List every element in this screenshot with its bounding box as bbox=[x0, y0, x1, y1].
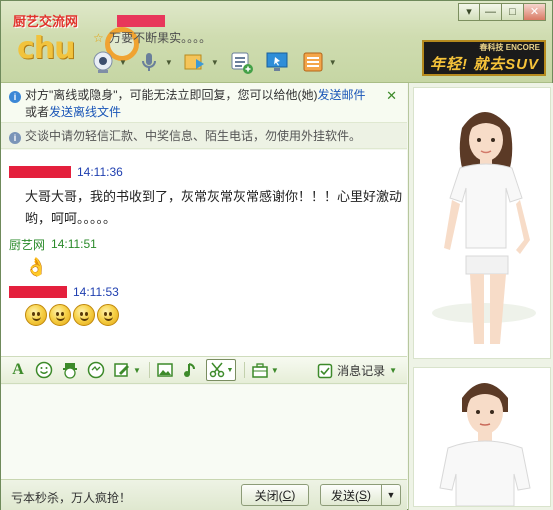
chevron-down-icon: ▼ bbox=[389, 366, 397, 375]
smiley-icon bbox=[49, 304, 71, 326]
ok-hand-emoji: 👌 bbox=[25, 257, 48, 277]
emoji-icon[interactable] bbox=[33, 359, 55, 381]
sender-name-redacted bbox=[9, 286, 67, 298]
safety-notice: i 交谈中请勿轻信汇款、中奖信息、陌生电话，勿使用外挂软件。 bbox=[1, 123, 407, 149]
input-toolbar: A ▼ ▼ ▼ 消息记录 ▼ bbox=[1, 356, 407, 384]
window-controls: ▾ — □ ✕ bbox=[458, 3, 546, 21]
smiley-row bbox=[25, 304, 119, 326]
logo-text: 厨艺交流网 bbox=[13, 14, 79, 29]
history-icon bbox=[317, 363, 333, 378]
close-shortcut-key: C bbox=[282, 488, 292, 502]
info-icon: i bbox=[9, 91, 21, 103]
chevron-down-icon[interactable]: ▼ bbox=[226, 367, 233, 374]
gift-icon[interactable] bbox=[249, 359, 271, 381]
send-button[interactable]: 发送(S) bbox=[320, 484, 382, 506]
message-time: 14:11:36 bbox=[77, 165, 123, 179]
send-shortcut-key: S bbox=[358, 488, 367, 502]
ad-headline: 年轻! 就去SUV bbox=[430, 56, 540, 73]
smiley-icon bbox=[25, 304, 47, 326]
watermark-logo: chu bbox=[17, 31, 75, 66]
close-icon[interactable]: ✕ bbox=[386, 87, 397, 104]
chat-history[interactable]: 14:11:36 大哥大哥，我的书收到了，灰常灰常灰常感谢你！！！心里好激动哟，… bbox=[1, 150, 407, 356]
top-toolbar: ▼ ▼ ▼ ▼ bbox=[89, 47, 337, 77]
title-bar: 厨艺交流网 chu ☆ 万要不断果实。。。。 ▾ — □ ✕ ▼ ▼ ▼ ▼ 春… bbox=[1, 1, 552, 83]
minimize-button[interactable]: — bbox=[480, 3, 502, 21]
info-icon: i bbox=[9, 132, 21, 144]
doodle-icon[interactable] bbox=[111, 359, 133, 381]
more-apps-icon[interactable] bbox=[299, 48, 327, 76]
smiley-icon bbox=[97, 304, 119, 326]
message-header: 14:11:36 bbox=[9, 164, 123, 180]
window-menu-button[interactable]: ▾ bbox=[458, 3, 480, 21]
send-email-link[interactable]: 发送邮件 bbox=[318, 88, 366, 102]
smiley-icon bbox=[73, 304, 95, 326]
close-button-label: 关闭( bbox=[254, 488, 283, 503]
shake-icon[interactable] bbox=[85, 359, 107, 381]
star-icon: ☆ bbox=[93, 31, 104, 45]
close-window-button[interactable]: ✕ bbox=[524, 3, 546, 21]
chevron-down-icon[interactable]: ▼ bbox=[133, 366, 141, 375]
site-logo: 厨艺交流网 chu bbox=[7, 5, 85, 77]
chat-window: 厨艺交流网 chu ☆ 万要不断果实。。。。 ▾ — □ ✕ ▼ ▼ ▼ ▼ 春… bbox=[0, 0, 553, 510]
my-show-avatar[interactable] bbox=[413, 367, 551, 507]
chevron-down-icon: ▼ bbox=[386, 490, 396, 500]
send-button-label: 发送( bbox=[330, 488, 359, 503]
contact-status: ☆ 万要不断果实。。。。 bbox=[93, 29, 211, 46]
message-history-button[interactable]: 消息记录 ▼ bbox=[317, 362, 397, 379]
app-list-icon[interactable] bbox=[227, 48, 255, 76]
close-button-end: ) bbox=[291, 488, 296, 502]
message-header: 14:11:53 bbox=[9, 284, 119, 300]
offline-notice: i 对方"离线或隐身"，可能无法立即回复，您可以给他(她)发送邮件 或者发送离线文… bbox=[1, 83, 407, 123]
font-icon[interactable]: A bbox=[7, 359, 29, 381]
message-header: 厨艺网 14:11:51 bbox=[9, 236, 97, 252]
ad-small-text: 春科技 ENCORE bbox=[479, 43, 540, 52]
contact-name-redacted bbox=[117, 15, 165, 27]
chevron-down-icon[interactable]: ▼ bbox=[165, 58, 173, 67]
notice-middle: 或者 bbox=[25, 105, 50, 119]
chevron-down-icon[interactable]: ▼ bbox=[271, 366, 279, 375]
contact-show-avatar[interactable] bbox=[413, 87, 551, 359]
divider bbox=[148, 362, 150, 378]
ad-slogan[interactable]: 亏本秒杀，万人疯抢！ bbox=[11, 489, 131, 506]
message-time: 14:11:53 bbox=[73, 285, 119, 299]
message-text: 大哥大哥，我的书收到了，灰常灰常灰常感谢你！！！心里好激动哟，呵呵。。。。。 bbox=[25, 189, 403, 226]
sender-name-redacted bbox=[9, 166, 71, 178]
voice-icon[interactable] bbox=[135, 48, 163, 76]
chevron-down-icon[interactable]: ▼ bbox=[119, 58, 127, 67]
maximize-button[interactable]: □ bbox=[502, 3, 524, 21]
file-transfer-icon[interactable] bbox=[181, 48, 209, 76]
send-offline-file-link[interactable]: 发送离线文件 bbox=[49, 105, 121, 119]
status-text: 万要不断果实。。。。 bbox=[109, 31, 212, 45]
message-time: 14:11:51 bbox=[51, 237, 97, 251]
divider bbox=[243, 362, 245, 378]
send-button-end: ) bbox=[367, 488, 371, 502]
music-icon[interactable] bbox=[180, 359, 202, 381]
screenshot-scissors-icon[interactable]: ▼ bbox=[205, 359, 236, 381]
safety-text: 交谈中请勿轻信汇款、中奖信息、陌生电话，勿使用外挂软件。 bbox=[25, 129, 362, 143]
video-icon[interactable] bbox=[89, 48, 117, 76]
footer-bar: 亏本秒杀，万人疯抢！ 关闭(C) 发送(S) ▼ bbox=[1, 479, 407, 510]
sender-name: 厨艺网 bbox=[9, 237, 46, 252]
send-options-button[interactable]: ▼ bbox=[381, 484, 401, 506]
boy-avatar-image bbox=[414, 368, 550, 507]
message-input[interactable] bbox=[1, 385, 407, 479]
notice-prefix: 对方"离线或隐身"，可能无法立即回复，您可以给他(她) bbox=[25, 88, 318, 102]
close-button[interactable]: 关闭(C) bbox=[241, 484, 309, 506]
ad-banner[interactable]: 春科技 ENCORE 年轻! 就去SUV bbox=[422, 40, 546, 76]
girl-avatar-image bbox=[414, 88, 550, 358]
history-label: 消息记录 bbox=[337, 364, 386, 378]
remote-desktop-icon[interactable] bbox=[263, 48, 291, 76]
magic-emoji-icon[interactable] bbox=[59, 359, 81, 381]
image-icon[interactable] bbox=[154, 359, 176, 381]
avatar-panel bbox=[408, 83, 553, 510]
chevron-down-icon[interactable]: ▼ bbox=[329, 58, 337, 67]
chevron-down-icon[interactable]: ▼ bbox=[211, 58, 219, 67]
